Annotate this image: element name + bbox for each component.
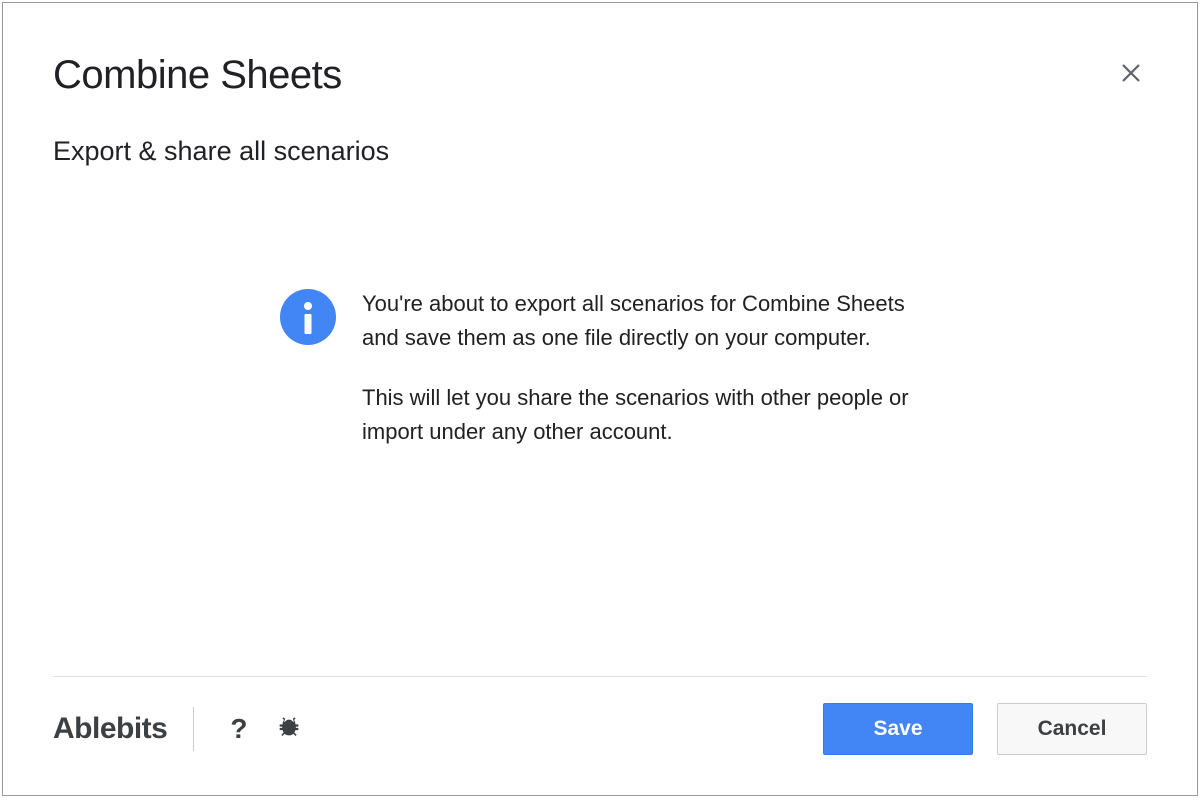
bug-icon <box>275 715 303 743</box>
dialog-subtitle: Export & share all scenarios <box>53 136 1147 167</box>
help-button[interactable]: ? <box>220 713 257 745</box>
info-paragraph-1: You're about to export all scenarios for… <box>362 287 920 355</box>
info-icon <box>280 289 336 345</box>
save-button-label: Save <box>873 717 922 741</box>
dialog-title: Combine Sheets <box>53 53 342 98</box>
cancel-button-label: Cancel <box>1038 717 1107 741</box>
bug-report-button[interactable] <box>275 715 303 743</box>
info-text: You're about to export all scenarios for… <box>362 287 920 449</box>
save-button[interactable]: Save <box>823 703 973 755</box>
cancel-button[interactable]: Cancel <box>997 703 1147 755</box>
info-box: You're about to export all scenarios for… <box>280 287 920 449</box>
close-icon <box>1119 61 1143 85</box>
dialog-footer: Ablebits ? Save Cancel <box>53 676 1147 795</box>
dialog-header: Combine Sheets Export & share all scenar… <box>3 3 1197 167</box>
footer-left: Ablebits ? <box>53 707 303 751</box>
title-row: Combine Sheets <box>53 53 1147 98</box>
brand-logo: Ablebits <box>53 712 167 746</box>
footer-right: Save Cancel <box>823 703 1147 755</box>
question-icon: ? <box>230 713 247 744</box>
dialog-content: You're about to export all scenarios for… <box>3 167 1197 676</box>
close-button[interactable] <box>1115 57 1147 94</box>
export-dialog: Combine Sheets Export & share all scenar… <box>2 2 1198 796</box>
info-paragraph-2: This will let you share the scenarios wi… <box>362 381 920 449</box>
footer-divider <box>193 707 194 751</box>
